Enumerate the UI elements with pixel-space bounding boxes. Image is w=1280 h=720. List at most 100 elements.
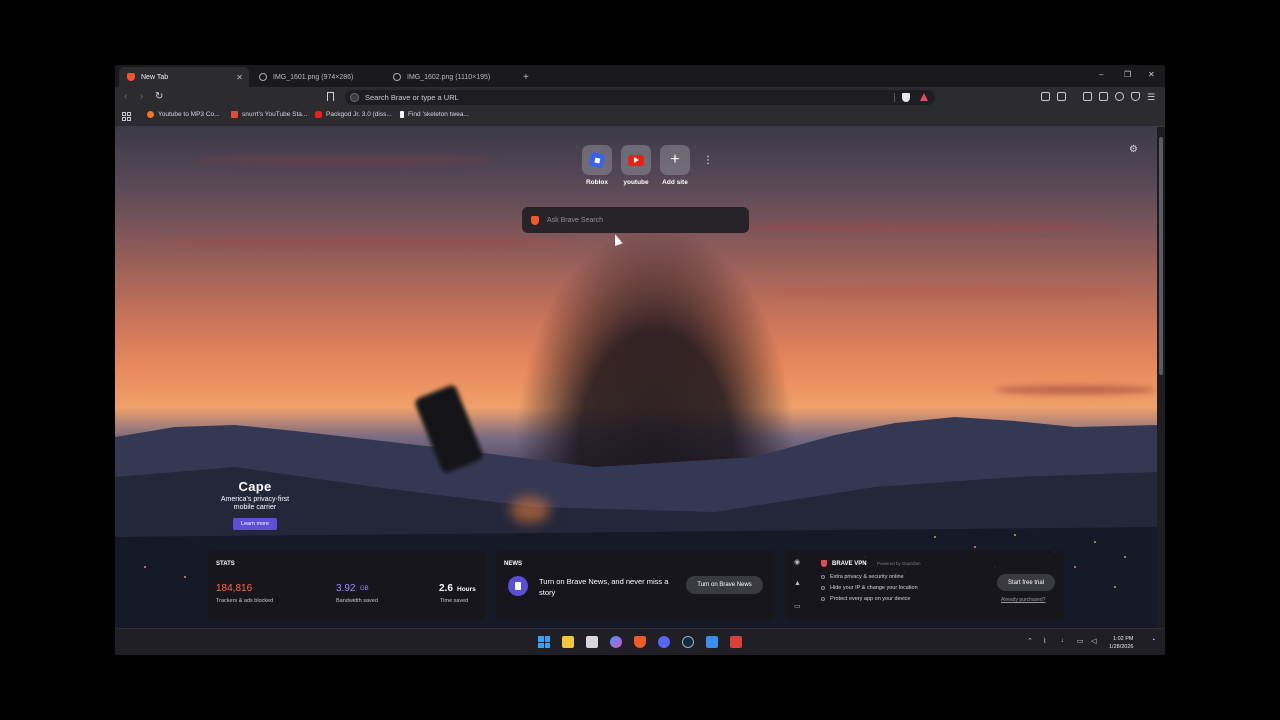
store-icon[interactable] <box>586 636 598 648</box>
vpn-title-text: BRAVE VPN <box>832 560 867 567</box>
brave-shields-icon[interactable] <box>902 93 910 102</box>
warning-icon[interactable]: ▲ <box>794 580 801 587</box>
taskbar: ⌃ ⌇ ♩ ▭ ◁ 1:02 PM 1/28/2026 ◔ <box>115 628 1165 655</box>
back-icon[interactable]: ‹ <box>124 91 127 103</box>
forward-icon[interactable]: › <box>140 91 143 103</box>
close-window-icon[interactable]: ✕ <box>1148 70 1155 79</box>
location-icon[interactable]: ◉ <box>794 558 800 566</box>
bookmark-label: Find 'skeleton twea... <box>408 111 469 118</box>
screen: New Tab ✕ IMG_1601.png (974×286) IMG_160… <box>115 65 1165 655</box>
system-clock[interactable]: 1:02 PM 1/28/2026 <box>1109 635 1133 651</box>
top-site-tile[interactable]: + <box>660 145 690 175</box>
orange-circle-icon <box>147 111 154 118</box>
bookmark-label: Packgod Jr. 3.0 (diss... <box>326 111 392 118</box>
tab-label: IMG_1602.png (1110×195) <box>407 73 491 81</box>
microphone-icon[interactable]: ♩ <box>1061 637 1068 644</box>
top-site-tile[interactable] <box>582 145 612 175</box>
bookmark-icon[interactable] <box>327 92 334 101</box>
start-free-trial-button[interactable]: Start free trial <box>997 574 1055 591</box>
file-explorer-icon[interactable] <box>562 636 574 648</box>
chevron-up-icon[interactable]: ⌃ <box>1027 637 1033 645</box>
top-site-label: youtube <box>623 179 649 186</box>
ad-brand: Cape <box>238 479 272 494</box>
more-options-icon[interactable]: ⋮ <box>703 155 713 166</box>
reload-icon[interactable]: ↻ <box>155 91 163 103</box>
ad-learn-more-button[interactable]: Learn more <box>232 518 278 530</box>
menu-icon[interactable]: ☰ <box>1147 91 1155 103</box>
leo-ai-icon[interactable] <box>1115 92 1124 101</box>
notepad-icon[interactable] <box>706 636 718 648</box>
bookmark-packgod[interactable]: Packgod Jr. 3.0 (diss... <box>315 111 392 118</box>
apps-grid-icon[interactable] <box>122 112 131 121</box>
top-site-tile[interactable] <box>621 145 651 175</box>
background-cloud <box>735 222 1115 232</box>
gear-icon[interactable]: ⚙ <box>1129 144 1138 155</box>
page-scrollbar[interactable] <box>1157 127 1165 628</box>
brave-lion-icon <box>127 73 135 81</box>
tab-new-tab[interactable]: New Tab ✕ <box>119 67 249 87</box>
background-cloud <box>995 385 1155 395</box>
vpn-shield-icon <box>821 560 827 567</box>
tab-img-1602[interactable]: IMG_1602.png (1110×195) <box>385 67 517 87</box>
time-value: 2.6 <box>439 583 453 594</box>
top-site-roblox[interactable]: Roblox <box>577 145 617 186</box>
wallet-icon[interactable] <box>1099 92 1108 101</box>
steam-icon[interactable] <box>682 636 694 648</box>
globe-icon <box>259 73 267 81</box>
copilot-icon[interactable] <box>610 636 622 648</box>
check-icon <box>821 597 825 601</box>
trackers-label: Trackers & ads blocked <box>216 598 274 604</box>
app-icon[interactable] <box>730 636 742 648</box>
sidebar-icon[interactable] <box>1083 92 1092 101</box>
scroll-thumb[interactable] <box>1159 137 1163 375</box>
new-tab-button[interactable]: + <box>519 67 539 87</box>
tab-label: IMG_1601.png (974×286) <box>273 73 354 81</box>
minimize-icon[interactable]: – <box>1099 70 1103 79</box>
time-unit: Hours <box>457 586 476 593</box>
volume-icon[interactable]: ◁ <box>1091 637 1096 645</box>
bandwidth-unit: GB <box>360 586 369 592</box>
vpn-feature: Extra privacy & security online <box>821 574 904 580</box>
bookmark-snurrt-youtube-stats[interactable]: snurrt's YouTube Sta... <box>231 111 307 118</box>
bookmark-youtube-to-mp3[interactable]: Youtube to MP3 Co... <box>147 111 220 118</box>
chart-icon <box>231 111 238 118</box>
ad-tagline: America's privacy-first mobile carrier <box>220 496 290 511</box>
address-placeholder: Search Brave or type a URL <box>365 93 459 102</box>
youtube-icon <box>628 154 644 166</box>
discord-icon[interactable] <box>658 636 670 648</box>
new-tab-page: Roblox youtube + Add site ⋮ ⚙ Ask Brave … <box>115 127 1157 628</box>
restore-icon[interactable]: ❐ <box>1124 70 1131 79</box>
brave-lion-icon <box>531 215 539 225</box>
check-icon <box>821 586 825 590</box>
news-promo-text: Turn on Brave News, and never miss a sto… <box>539 577 669 597</box>
news-title: NEWS <box>504 561 522 567</box>
brave-browser-icon[interactable] <box>634 636 646 648</box>
already-purchased-link[interactable]: Already purchased? <box>1001 597 1045 603</box>
brave-rewards-icon[interactable] <box>920 93 928 101</box>
bookmark-label: Youtube to MP3 Co... <box>158 111 220 118</box>
display-icon[interactable]: ▭ <box>1077 637 1084 645</box>
windows-start-icon[interactable] <box>538 636 550 648</box>
notification-icon[interactable]: ◔ <box>1151 637 1155 644</box>
site-info-icon[interactable] <box>350 93 359 102</box>
time-label: Time saved <box>440 598 469 604</box>
vpn-icon[interactable] <box>1131 92 1140 101</box>
close-tab-icon[interactable]: ✕ <box>236 73 243 82</box>
youtube-icon <box>315 111 322 118</box>
top-site-label: Add site <box>662 179 688 186</box>
top-site-add-site[interactable]: + Add site <box>655 145 695 186</box>
brave-search-box[interactable]: Ask Brave Search <box>522 207 749 233</box>
turn-on-news-button[interactable]: Turn on Brave News <box>686 576 763 594</box>
top-site-label: Roblox <box>585 179 609 186</box>
card-icon[interactable]: ▭ <box>794 602 801 610</box>
network-icon[interactable]: ⌇ <box>1043 637 1046 645</box>
bookmark-find-skeleton[interactable]: Find 'skeleton twea... <box>400 111 469 118</box>
wallet-icon[interactable] <box>1057 92 1066 101</box>
top-site-youtube[interactable]: youtube <box>616 145 656 186</box>
tab-img-1601[interactable]: IMG_1601.png (974×286) <box>251 67 383 87</box>
news-card: NEWS Turn on Brave News, and never miss … <box>496 550 775 620</box>
tiktok-icon <box>400 111 404 118</box>
news-icon <box>508 576 528 596</box>
address-bar[interactable]: Search Brave or type a URL <box>345 90 935 105</box>
extensions-icon[interactable] <box>1041 92 1050 101</box>
